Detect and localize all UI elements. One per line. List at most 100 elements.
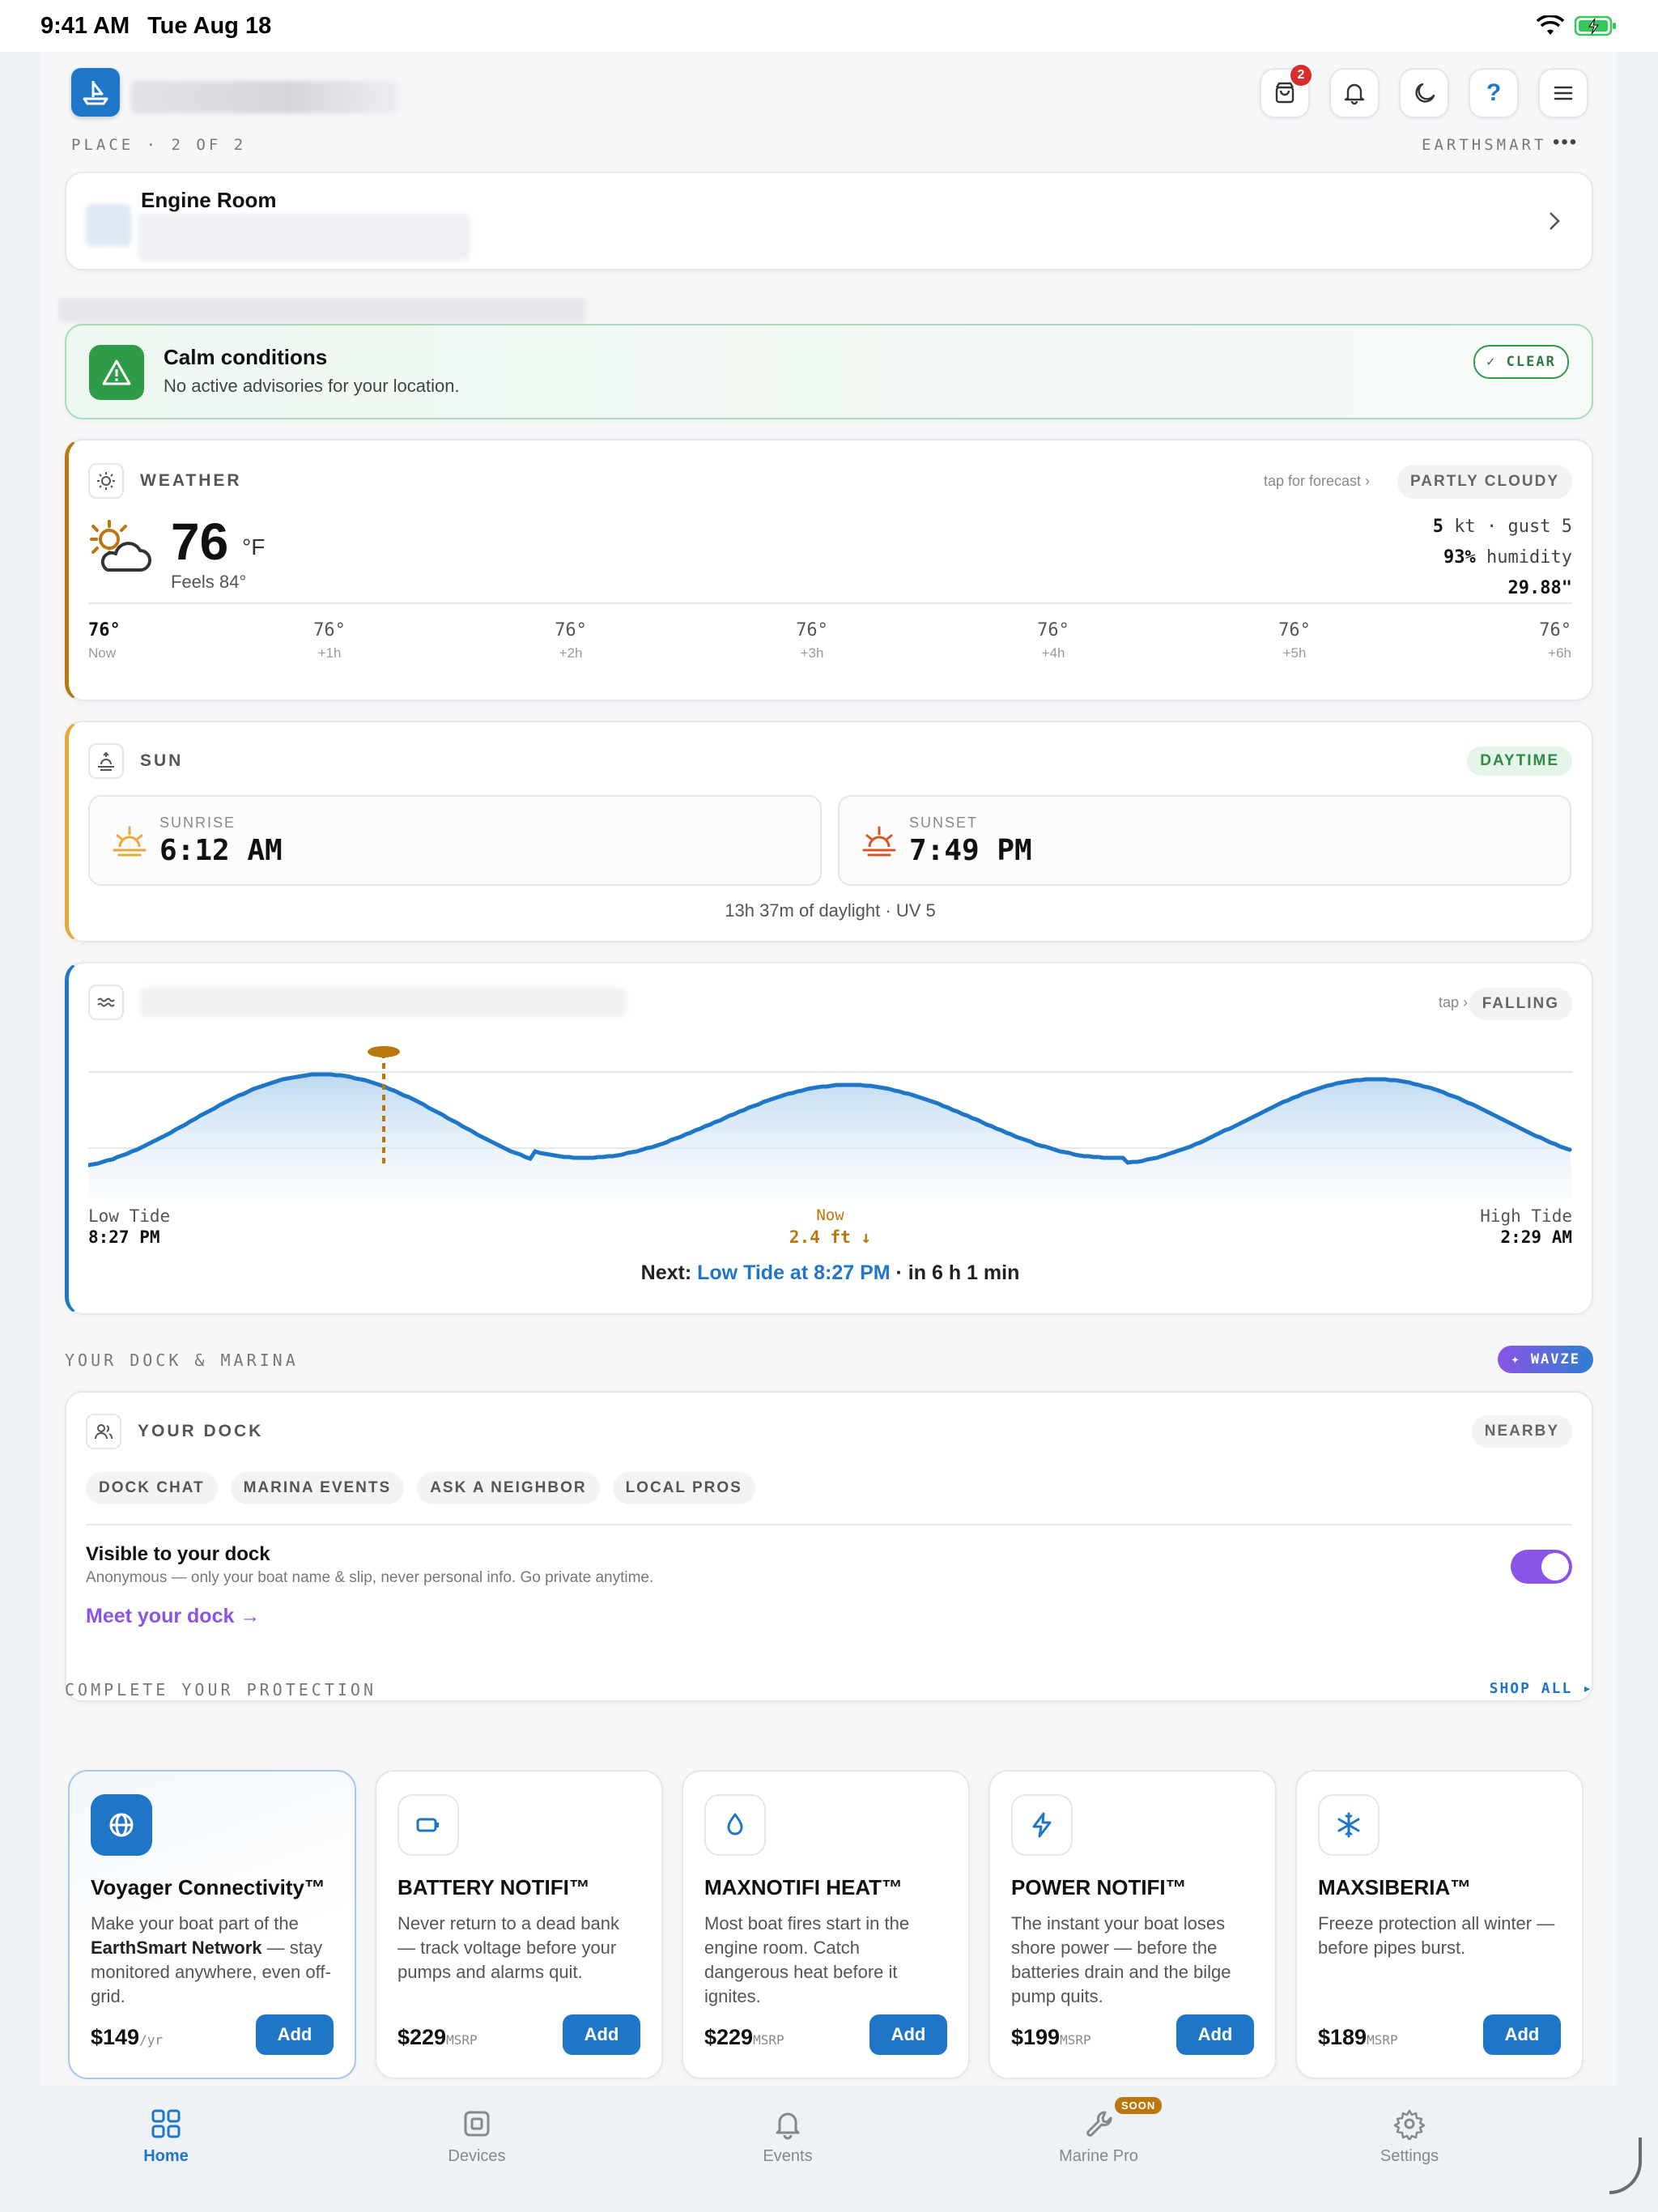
- hourly-temp: 76°: [313, 620, 346, 640]
- tide-card[interactable]: tap › FALLING Low Tide 8:27 PM Now 2.4 f…: [65, 962, 1593, 1315]
- wrench-icon: [1086, 2111, 1112, 2137]
- warning-triangle-icon: [102, 359, 131, 385]
- notifications-button[interactable]: [1329, 68, 1380, 118]
- now-tide-level: 2.4 ft ↓: [789, 1227, 872, 1247]
- dock-chip[interactable]: ASK A NEIGHBOR: [417, 1472, 600, 1504]
- battery-charging-icon: [1574, 15, 1616, 36]
- product-price-value: $149: [91, 2025, 140, 2049]
- product-price-unit: MSRP: [446, 2032, 478, 2048]
- more-options-button[interactable]: •••: [1553, 131, 1578, 154]
- tide-hint[interactable]: tap ›: [1439, 994, 1468, 1011]
- add-to-cart-button[interactable]: Add: [563, 2014, 640, 2055]
- app-header: 2 ?: [40, 52, 1616, 149]
- hourly-divider: [88, 602, 1572, 604]
- tide-icon-box: [88, 985, 124, 1020]
- tab-marine-pro[interactable]: SOON Marine Pro: [1018, 2097, 1180, 2166]
- sunset-icon: [862, 826, 896, 857]
- shop-all-link[interactable]: SHOP ALL ▸: [1490, 1680, 1593, 1697]
- visibility-toggle[interactable]: [1511, 1550, 1572, 1584]
- location-icon-redacted: [86, 204, 131, 246]
- product-description: Freeze protection all winter — before pi…: [1318, 1913, 1555, 1958]
- advisory-card[interactable]: Calm conditions No active advisories for…: [65, 324, 1593, 419]
- device-icon: [464, 2111, 490, 2137]
- bell-icon: [1344, 83, 1365, 105]
- wifi-icon: [1537, 15, 1564, 35]
- advisory-warning-badge: [89, 345, 144, 400]
- sunset-time: 7:49 PM: [909, 834, 1032, 867]
- wind-gust: kt · gust 5: [1454, 517, 1572, 537]
- tab-events[interactable]: Events: [707, 2105, 869, 2166]
- visibility-subtitle: Anonymous — only your boat name & slip, …: [86, 1569, 654, 1586]
- dock-chip[interactable]: MARINA EVENTS: [230, 1472, 405, 1504]
- advisory-title: Calm conditions: [164, 345, 328, 369]
- hourly-label: +6h: [1548, 645, 1571, 661]
- clear-badge: ✓ CLEAR: [1473, 345, 1569, 379]
- tab-settings-label: Settings: [1380, 2147, 1439, 2165]
- tab-devices[interactable]: Devices: [396, 2105, 558, 2166]
- location-card[interactable]: Engine Room: [65, 172, 1593, 270]
- add-to-cart-button[interactable]: Add: [869, 2014, 947, 2055]
- humidity-readout: 93% humidity: [1443, 547, 1572, 568]
- product-card[interactable]: BATTERY NOTIFI™ Never return to a dead ba…: [375, 1770, 663, 2079]
- hourly-item: 76° +4h: [1021, 620, 1086, 661]
- sun-label: SUN: [140, 751, 184, 770]
- feels-like: Feels 84°: [171, 572, 247, 592]
- dark-mode-button[interactable]: [1399, 68, 1449, 118]
- tab-events-label: Events: [763, 2147, 813, 2165]
- product-card[interactable]: POWER NOTIFI™ The instant your boat loses…: [988, 1770, 1277, 2079]
- product-name: MAXNOTIFI HEAT™: [704, 1875, 903, 1899]
- condition-badge: PARTLY CLOUDY: [1397, 465, 1572, 499]
- boat-logo[interactable]: [71, 68, 120, 117]
- hourly-label: +1h: [317, 645, 342, 661]
- waves-icon: [97, 998, 115, 1007]
- hourly-item: 76° Now: [88, 620, 153, 661]
- forecast-hint[interactable]: tap for forecast ›: [1264, 473, 1370, 490]
- next-tide-countdown: · in 6 h 1 min: [890, 1261, 1020, 1284]
- dock-chip[interactable]: LOCAL PROS: [612, 1472, 755, 1504]
- shopping-bag-icon: [1275, 82, 1295, 104]
- weather-card[interactable]: WEATHER tap for forecast › PARTLY CLOUDY…: [65, 439, 1593, 701]
- product-price: $149/yr: [91, 2025, 163, 2050]
- dock-chip[interactable]: DOCK CHAT: [86, 1472, 218, 1504]
- status-date: Tue Aug 18: [147, 12, 272, 39]
- tide-station-redacted: [140, 988, 626, 1017]
- dock-icon-box: [86, 1414, 121, 1449]
- sun-card[interactable]: SUN DAYTIME SUNRISE 6:12 AM SUNSET 7:49 …: [65, 721, 1593, 942]
- sunset-label: SUNSET: [909, 815, 979, 831]
- product-card[interactable]: MAXSIBERIA™ Freeze protection all winter …: [1295, 1770, 1584, 2079]
- hourly-temp: 76°: [1278, 620, 1311, 640]
- snowflake-icon: [1337, 1812, 1360, 1838]
- dock-card: YOUR DOCK NEARBY DOCK CHAT MARINA EVENTS A…: [65, 1391, 1593, 1702]
- menu-button[interactable]: [1538, 68, 1588, 118]
- product-description: The instant your boat loses shore power …: [1011, 1913, 1231, 2006]
- place-indicator: PLACE · 2 OF 2: [71, 136, 247, 154]
- tab-settings[interactable]: Settings: [1329, 2105, 1490, 2166]
- product-icon-box: [704, 1794, 766, 1856]
- tide-status-badge: FALLING: [1469, 988, 1572, 1020]
- add-to-cart-button[interactable]: Add: [1483, 2014, 1561, 2055]
- cart-button[interactable]: 2: [1260, 65, 1312, 118]
- high-tide-label: High Tide: [1480, 1206, 1572, 1226]
- tab-home[interactable]: Home: [85, 2105, 247, 2166]
- visibility-title: Visible to your dock: [86, 1543, 270, 1565]
- sunrise-time: 6:12 AM: [159, 834, 283, 867]
- meet-your-dock-link[interactable]: Meet your dock →: [86, 1605, 260, 1628]
- hourly-temp: 76°: [1539, 620, 1571, 640]
- hourly-label: +5h: [1282, 645, 1307, 661]
- dock-divider: [86, 1524, 1572, 1525]
- product-description-block: The instant your boat loses shore power …: [1011, 1912, 1254, 2009]
- help-icon: ?: [1486, 79, 1502, 106]
- add-to-cart-button[interactable]: Add: [1176, 2014, 1254, 2055]
- product-card[interactable]: Voyager Connectivity™ Make your boat part…: [68, 1770, 356, 2079]
- product-description-brand: EarthSmart Network: [91, 1938, 262, 1958]
- high-tide-time: 2:29 AM: [1500, 1227, 1572, 1247]
- product-card[interactable]: MAXNOTIFI HEAT™ Most boat fires start in …: [682, 1770, 970, 2079]
- sun-icon: [97, 472, 115, 490]
- partly-cloudy-icon: [90, 520, 151, 572]
- chevron-right-icon: [1550, 212, 1560, 230]
- pressure-readout: 29.88": [1507, 578, 1572, 598]
- weather-icon-box: [88, 463, 124, 499]
- add-to-cart-button[interactable]: Add: [256, 2014, 334, 2055]
- status-time: 9:41 AM: [40, 12, 130, 39]
- help-button[interactable]: ?: [1469, 68, 1519, 118]
